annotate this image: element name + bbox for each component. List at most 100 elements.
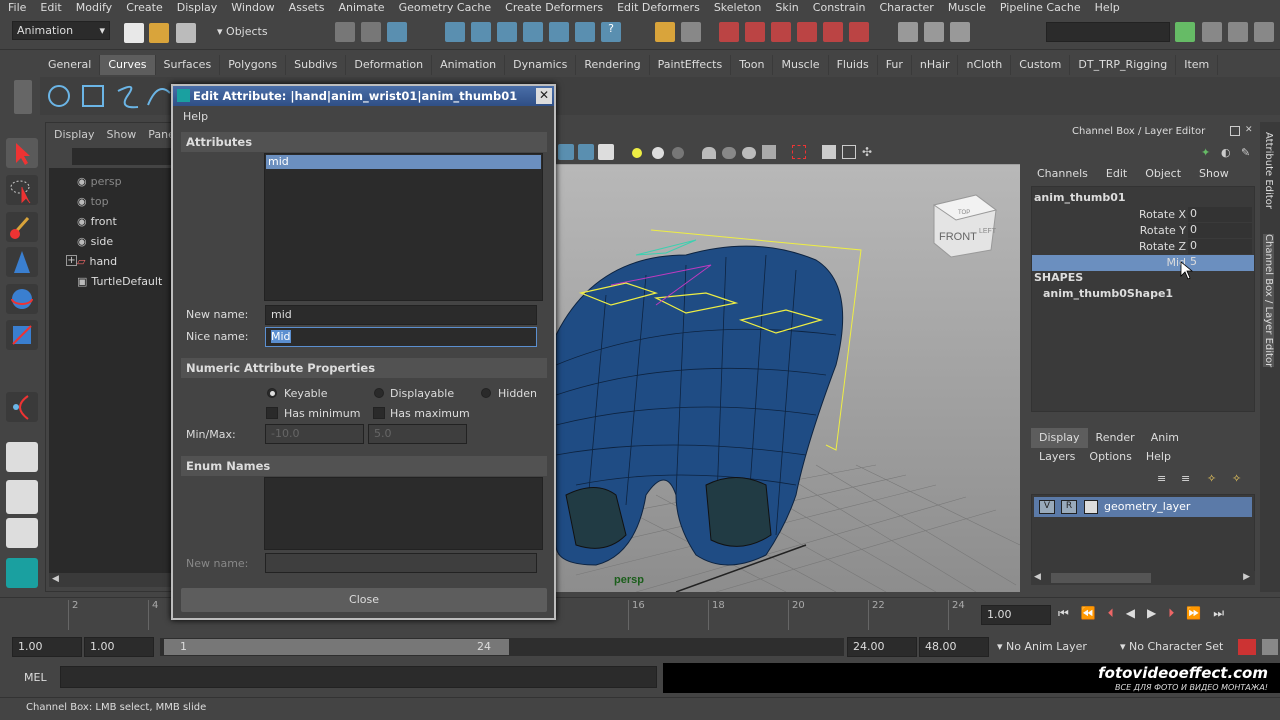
scroll-right-icon[interactable]: ▶ [1243, 572, 1250, 582]
step-back-key-icon[interactable]: ⏪ [1081, 606, 1096, 624]
view-cube[interactable]: FRONT LEFT TOP [932, 194, 998, 258]
speed-icon[interactable]: ◐ [1221, 146, 1231, 159]
close-panel-icon[interactable]: ✕ [1245, 126, 1255, 136]
close-icon[interactable]: ✕ [536, 88, 552, 104]
current-time-field[interactable]: 1.00 [981, 605, 1051, 625]
snap-point-icon[interactable] [497, 22, 517, 42]
menu-window[interactable]: Window [223, 0, 280, 16]
viewport-canvas[interactable]: FRONT LEFT TOP persp [556, 165, 1020, 592]
go-to-start-icon[interactable]: ⏮ [1058, 606, 1069, 624]
menu-modify[interactable]: Modify [68, 0, 118, 16]
select-object-icon[interactable] [361, 22, 381, 42]
anim-layer-dropdown[interactable]: ▾ No Anim Layer [993, 637, 1123, 657]
channel-value[interactable]: 0 [1188, 223, 1252, 238]
resolution-gate-icon[interactable]: ✣ [862, 145, 876, 159]
wireframe-icon[interactable] [558, 144, 574, 160]
grid-icon[interactable] [842, 145, 856, 159]
menu-character[interactable]: Character [872, 0, 940, 16]
outliner-scrollbar[interactable]: ◀ [49, 573, 176, 587]
menu-edit[interactable]: Edit [32, 0, 67, 16]
layer-visibility-toggle[interactable]: V [1039, 500, 1055, 514]
new-layer-selected-icon[interactable]: ✧ [1232, 472, 1241, 485]
shelf-tab-curves[interactable]: Curves [100, 55, 156, 75]
tool-settings-toggle-icon[interactable] [1228, 22, 1248, 42]
manipulator-icon[interactable]: ✦ [1201, 146, 1210, 159]
outliner-item[interactable]: ◉ front [77, 212, 117, 230]
min-field[interactable]: -10.0 [265, 424, 364, 444]
shelf-tab-dt_trp_rigging[interactable]: DT_TRP_Rigging [1070, 55, 1177, 75]
go-to-end-icon[interactable]: ⏭ [1213, 606, 1224, 624]
select-component-icon[interactable] [387, 22, 407, 42]
new-layer-icon[interactable]: ✧ [1207, 472, 1216, 485]
outliner-item[interactable]: ◉ side [77, 232, 113, 250]
channel-name[interactable]: Rotate X [1139, 208, 1186, 221]
step-forward-frame-icon[interactable]: ⏵ [1168, 606, 1174, 624]
hypershade-icon[interactable] [797, 22, 817, 42]
checker-icon[interactable] [598, 144, 614, 160]
history-icon[interactable] [681, 22, 701, 42]
select-hierarchy-icon[interactable] [335, 22, 355, 42]
layer-menu-help[interactable]: Help [1146, 450, 1171, 463]
shelf-tab-animation[interactable]: Animation [432, 55, 506, 75]
enum-names-header[interactable]: Enum Names [181, 456, 547, 476]
layer-color-swatch[interactable] [1084, 500, 1098, 514]
four-view-layout-icon[interactable] [6, 480, 38, 514]
mel-label[interactable]: MEL [24, 671, 47, 684]
menu-assets[interactable]: Assets [281, 0, 331, 16]
menu-display[interactable]: Display [169, 0, 224, 16]
outliner-menu-show[interactable]: Show [107, 128, 137, 141]
snap-grid-icon[interactable] [445, 22, 465, 42]
command-input[interactable] [60, 666, 657, 688]
hidden-radio[interactable] [481, 388, 491, 398]
step-forward-key-icon[interactable]: ⏩ [1186, 606, 1201, 624]
layer-tab-anim[interactable]: Anim [1143, 428, 1187, 448]
lock-icon[interactable] [655, 22, 675, 42]
dialog-titlebar[interactable]: Edit Attribute: |hand|anim_wrist01|anim_… [173, 86, 554, 106]
dialog-menu-help[interactable]: Help [183, 110, 208, 123]
selection-mask-dropdown[interactable]: ▾ Objects [213, 23, 321, 43]
mode-dropdown[interactable]: Animation ▾ [12, 21, 110, 40]
xray-icon[interactable] [702, 147, 716, 159]
start-time-field[interactable]: 1.00 [12, 637, 82, 657]
new-name-field[interactable]: mid [265, 305, 537, 325]
select-highlight-icon[interactable] [792, 145, 806, 159]
render-settings-icon[interactable] [771, 22, 791, 42]
select-tool-icon[interactable] [6, 138, 38, 168]
auto-key-icon[interactable] [1238, 639, 1256, 655]
shelf-tab-ncloth[interactable]: nCloth [958, 55, 1012, 75]
shelf-tab-custom[interactable]: Custom [1011, 55, 1071, 75]
channel-row[interactable]: Rotate Z0 [1032, 239, 1254, 255]
play-back-icon[interactable]: ◀ [1126, 606, 1135, 624]
close-button[interactable]: Close [181, 588, 547, 612]
snap-view-icon[interactable] [575, 22, 595, 42]
isolate-icon[interactable] [742, 147, 756, 159]
keyable-radio[interactable] [267, 388, 277, 398]
channel-row[interactable]: Rotate X0 [1032, 207, 1254, 223]
scroll-left-icon[interactable]: ◀ [52, 574, 59, 584]
xray-joints-icon[interactable] [722, 147, 736, 159]
menu-constrain[interactable]: Constrain [805, 0, 872, 16]
has-maximum-checkbox[interactable] [373, 407, 385, 419]
layer-row[interactable]: V R geometry_layer [1034, 497, 1252, 517]
channel-row[interactable]: Rotate Y0 [1032, 223, 1254, 239]
edit-icon[interactable]: ✎ [1241, 146, 1250, 159]
move-layer-up-icon[interactable]: ≡ [1157, 472, 1166, 485]
menu-help[interactable]: Help [1087, 0, 1126, 16]
render-globals-icon[interactable] [849, 22, 869, 42]
channel-name[interactable]: Rotate Y [1140, 224, 1186, 237]
help-icon[interactable]: ? [601, 22, 621, 42]
curve-tool-icon[interactable] [6, 392, 38, 422]
menu-edit-deformers[interactable]: Edit Deformers [609, 0, 706, 16]
shelf-tab-item[interactable]: Item [1176, 55, 1219, 75]
layout-icon[interactable] [924, 22, 944, 42]
cb-menu-channels[interactable]: Channels [1037, 167, 1088, 180]
snap-surface-icon[interactable] [549, 22, 569, 42]
range-slider-handle[interactable]: 1 24 [164, 639, 509, 655]
enum-list[interactable] [264, 477, 543, 550]
channel-value[interactable]: 0 [1188, 207, 1252, 222]
attribute-editor-toggle-icon[interactable] [1202, 22, 1222, 42]
render-icon[interactable] [719, 22, 739, 42]
outliner-item[interactable]: ▣ TurtleDefault [77, 272, 162, 290]
single-perspective-layout-icon[interactable] [6, 442, 38, 472]
maya-logo-icon[interactable] [6, 558, 38, 588]
